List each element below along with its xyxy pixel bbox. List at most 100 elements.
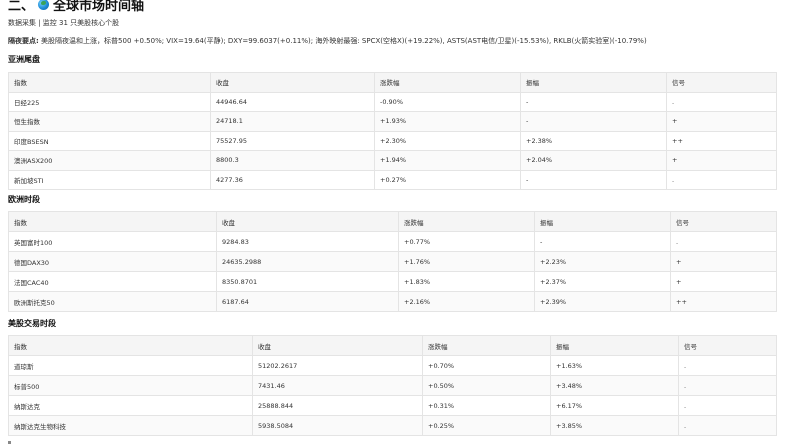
cell-amplitude: +3.48% <box>550 375 679 396</box>
section-title-us: 美股交易时段 <box>8 319 56 328</box>
table-header-row: 指数 收盘 涨跌幅 振幅 信号 <box>8 72 777 93</box>
cell-signal: ++ <box>666 130 777 151</box>
cell-signal: . <box>678 375 777 396</box>
cell-close: 75527.95 <box>210 130 375 151</box>
cell-change: +1.83% <box>398 271 535 292</box>
col-header-change: 涨跌幅 <box>374 72 521 93</box>
cell-close: 4277.36 <box>210 169 375 190</box>
title-text: 全球市场时间轴 <box>53 0 145 14</box>
table-row: 新加坡STI 4277.36 +0.27% - . <box>8 169 777 190</box>
cell-close: 7431.46 <box>252 375 423 396</box>
cell-index: 纳斯达克生物科技 <box>8 415 253 436</box>
cell-change: +2.30% <box>374 130 521 151</box>
section-title-asia: 亚洲尾盘 <box>8 55 40 64</box>
title-prefix: 二、 <box>8 0 35 14</box>
col-header-close: 收盘 <box>252 335 423 356</box>
table-asia: 指数 收盘 涨跌幅 振幅 信号 日经225 44946.64 -0.90% - … <box>8 72 777 190</box>
cell-signal: . <box>678 395 777 416</box>
cell-amplitude: +2.04% <box>520 150 667 171</box>
col-header-index: 指数 <box>8 211 217 232</box>
cell-signal: . <box>666 91 777 112</box>
table-row: 印度BSESN 75527.95 +2.30% +2.38% ++ <box>8 130 777 151</box>
cell-change: +0.25% <box>422 415 551 436</box>
meta-info: 数据采集 | 监控 31 只美股核心个股 <box>8 19 120 27</box>
cell-change: +0.70% <box>422 355 551 376</box>
col-header-signal: 信号 <box>666 72 777 93</box>
cell-change: +0.31% <box>422 395 551 416</box>
cell-signal: . <box>670 231 777 252</box>
cell-amplitude: - <box>534 231 671 252</box>
table-row: 德国DAX30 24635.2988 +1.76% +2.23% + <box>8 251 777 272</box>
cell-signal: + <box>666 150 777 171</box>
summary-label: 隔夜要点: <box>8 37 39 45</box>
cell-close: 25888.844 <box>252 395 423 416</box>
col-header-change: 涨跌幅 <box>422 335 551 356</box>
cell-close: 5938.5084 <box>252 415 423 436</box>
cell-close: 8800.3 <box>210 150 375 171</box>
cell-index: 标普500 <box>8 375 253 396</box>
cell-change: +0.27% <box>374 169 521 190</box>
cell-signal: ++ <box>670 291 777 312</box>
cell-close: 51202.2617 <box>252 355 423 376</box>
summary-text: 美股隔夜温和上涨，标普500 +0.50%; VIX=19.64(平静); DX… <box>38 37 647 45</box>
col-header-signal: 信号 <box>678 335 777 356</box>
cell-index: 新加坡STI <box>8 169 211 190</box>
cell-index: 纳斯达克 <box>8 395 253 416</box>
col-header-change: 涨跌幅 <box>398 211 535 232</box>
cell-amplitude: - <box>520 91 667 112</box>
col-header-amplitude: 振幅 <box>550 335 679 356</box>
cell-close: 44946.64 <box>210 91 375 112</box>
table-europe: 指数 收盘 涨跌幅 振幅 信号 英国富时100 9284.83 +0.77% -… <box>8 211 777 312</box>
cell-index: 欧洲斯托克50 <box>8 291 217 312</box>
table-row: 纳斯达克生物科技 5938.5084 +0.25% +3.85% . <box>8 415 777 436</box>
cell-signal: . <box>678 415 777 436</box>
cell-amplitude: +3.85% <box>550 415 679 436</box>
globe-icon <box>38 0 50 10</box>
cell-amplitude: +2.38% <box>520 130 667 151</box>
table-row: 法国CAC40 8350.8701 +1.83% +2.37% + <box>8 271 777 292</box>
cell-amplitude: +2.37% <box>534 271 671 292</box>
cell-close: 24635.2988 <box>216 251 399 272</box>
cell-close: 24718.1 <box>210 111 375 132</box>
table-row: 日经225 44946.64 -0.90% - . <box>8 91 777 112</box>
col-header-amplitude: 振幅 <box>534 211 671 232</box>
cell-amplitude: - <box>520 169 667 190</box>
cell-close: 6187.64 <box>216 291 399 312</box>
cell-index: 道琼斯 <box>8 355 253 376</box>
table-row: 标普500 7431.46 +0.50% +3.48% . <box>8 375 777 396</box>
table-row: 道琼斯 51202.2617 +0.70% +1.63% . <box>8 355 777 376</box>
cell-signal: + <box>670 251 777 272</box>
cell-close: 9284.83 <box>216 231 399 252</box>
cell-change: +1.93% <box>374 111 521 132</box>
col-header-amplitude: 振幅 <box>520 72 667 93</box>
cell-index: 澳洲ASX200 <box>8 150 211 171</box>
page-title: 二、 全球市场时间轴 <box>8 0 800 14</box>
col-header-index: 指数 <box>8 72 211 93</box>
table-row: 欧洲斯托克50 6187.64 +2.16% +2.39% ++ <box>8 291 777 312</box>
cell-signal: . <box>666 169 777 190</box>
cell-amplitude: - <box>520 111 667 132</box>
cell-index: 恒生指数 <box>8 111 211 132</box>
table-row: 英国富时100 9284.83 +0.77% - . <box>8 231 777 252</box>
cell-change: +2.16% <box>398 291 535 312</box>
col-header-signal: 信号 <box>670 211 777 232</box>
cell-close: 8350.8701 <box>216 271 399 292</box>
cell-amplitude: +2.39% <box>534 291 671 312</box>
col-header-close: 收盘 <box>210 72 375 93</box>
cell-signal: . <box>678 355 777 376</box>
cell-amplitude: +2.23% <box>534 251 671 272</box>
table-header-row: 指数 收盘 涨跌幅 振幅 信号 <box>8 335 777 356</box>
cell-change: +1.94% <box>374 150 521 171</box>
cell-change: +1.76% <box>398 251 535 272</box>
cell-index: 德国DAX30 <box>8 251 217 272</box>
cell-signal: + <box>670 271 777 292</box>
cell-change: +0.50% <box>422 375 551 396</box>
cell-signal: + <box>666 111 777 132</box>
overnight-summary: 隔夜要点: 美股隔夜温和上涨，标普500 +0.50%; VIX=19.64(平… <box>8 37 800 46</box>
cell-amplitude: +6.17% <box>550 395 679 416</box>
table-us: 指数 收盘 涨跌幅 振幅 信号 道琼斯 51202.2617 +0.70% +1… <box>8 335 777 436</box>
col-header-index: 指数 <box>8 335 253 356</box>
cell-amplitude: +1.63% <box>550 355 679 376</box>
cell-index: 印度BSESN <box>8 130 211 151</box>
table-row: 恒生指数 24718.1 +1.93% - + <box>8 111 777 132</box>
